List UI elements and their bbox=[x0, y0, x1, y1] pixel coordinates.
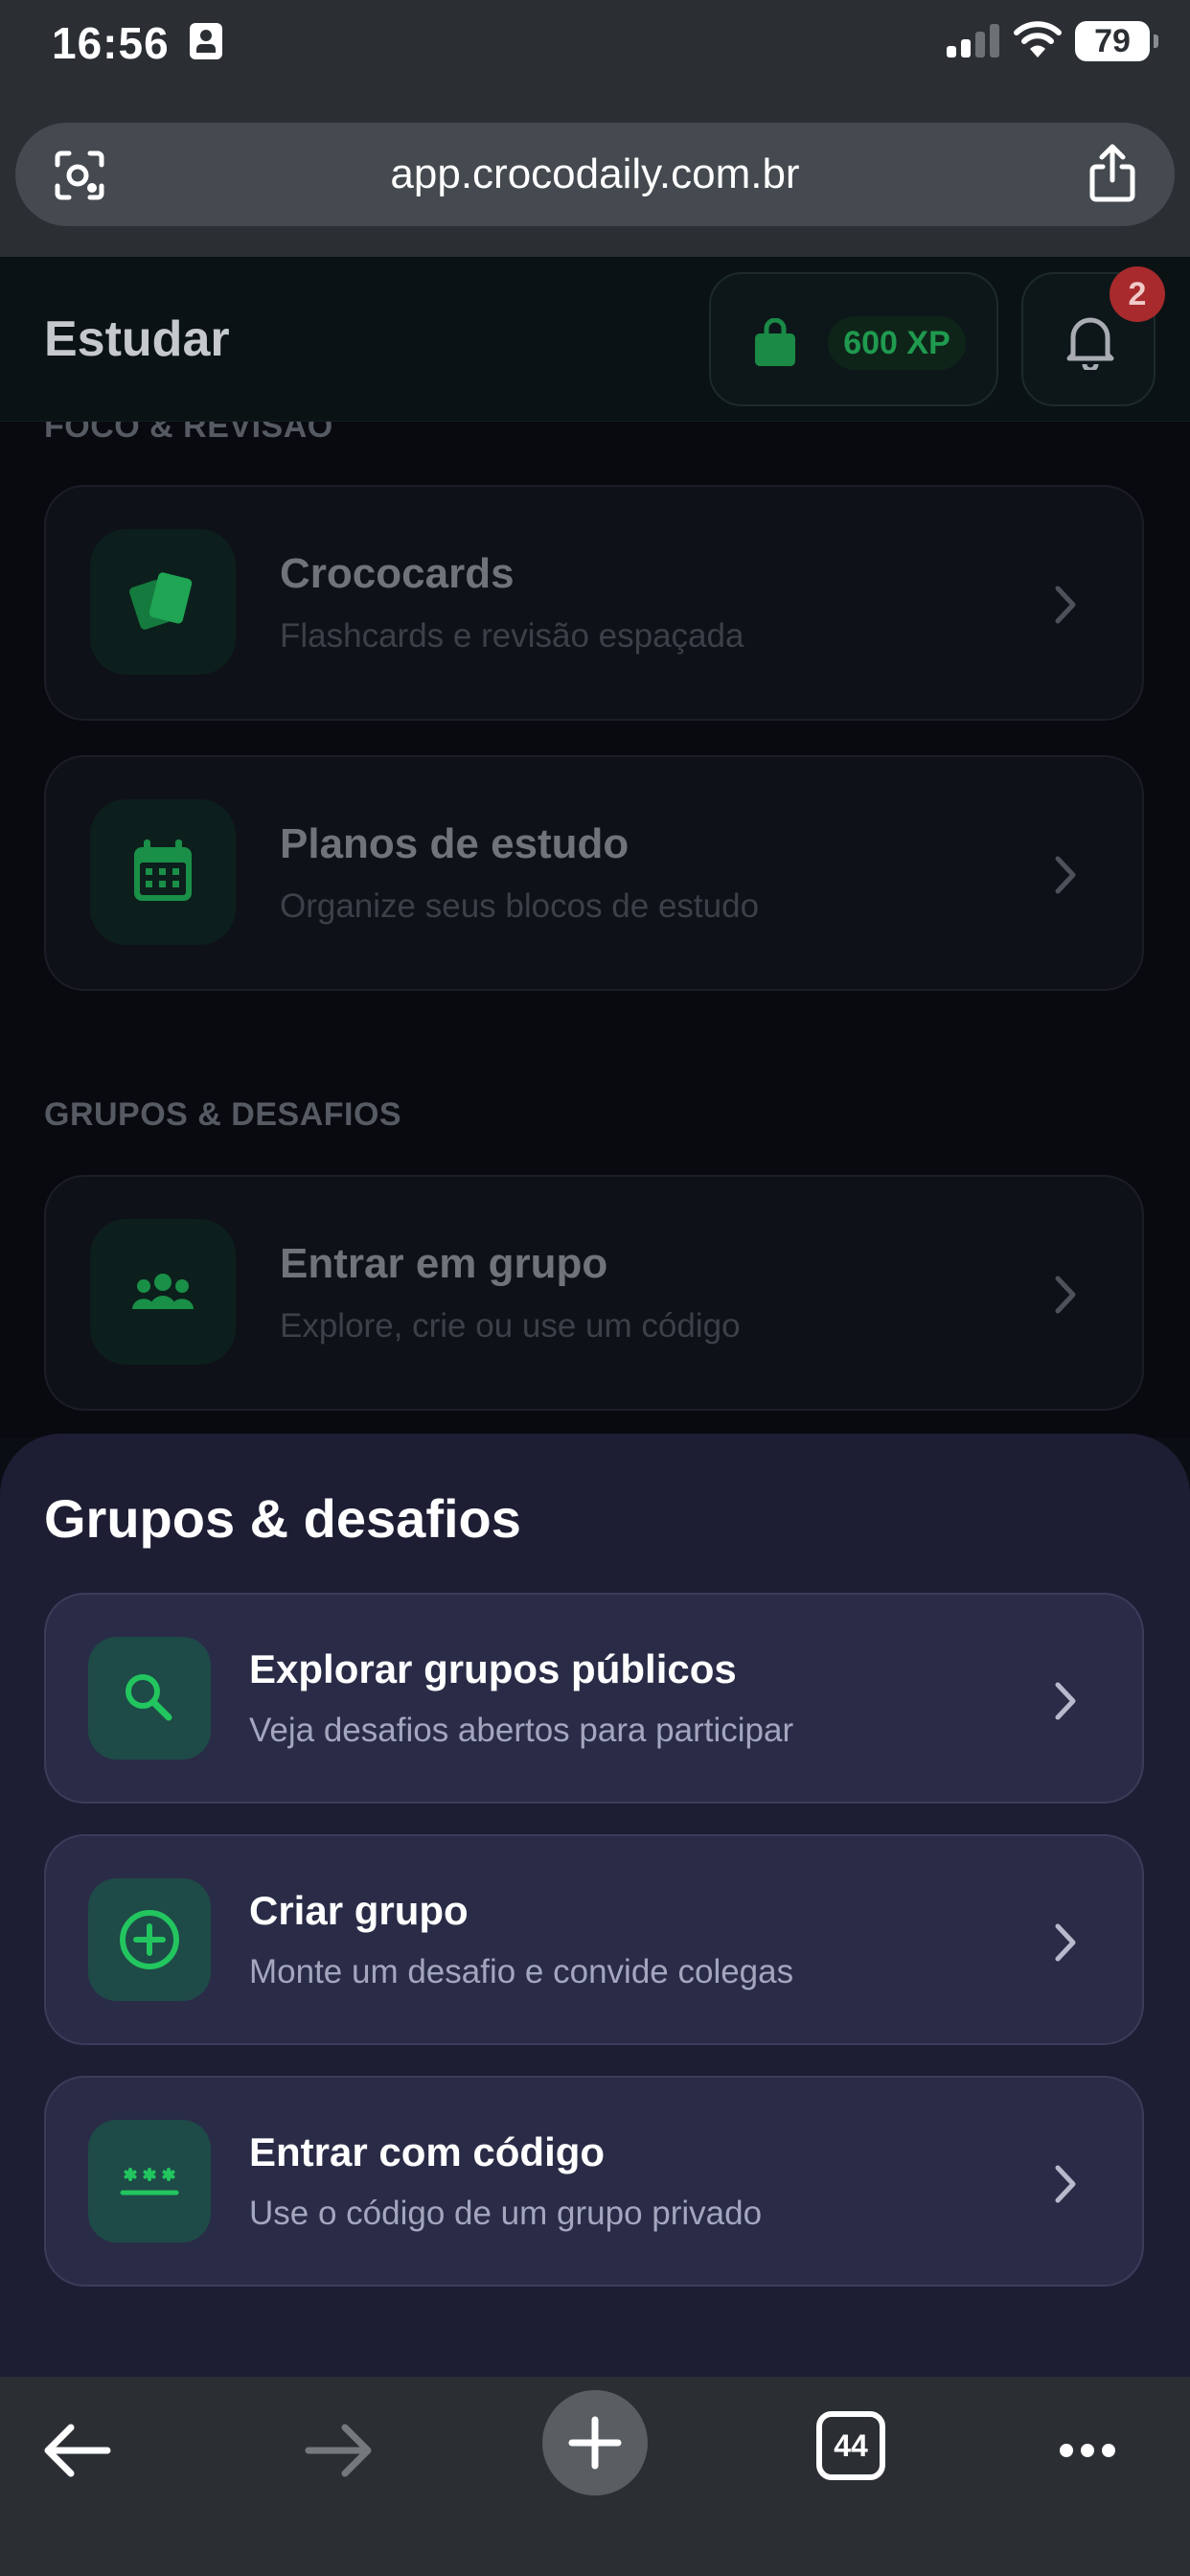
plus-circle-icon bbox=[120, 1910, 179, 1969]
tabs-count-button[interactable]: 44 bbox=[816, 2411, 885, 2480]
status-bar: 16:56 79 bbox=[0, 0, 1190, 80]
section-label-groups: GRUPOS & DESAFIOS bbox=[44, 1096, 402, 1133]
card-subtitle: Organize seus blocos de estudo bbox=[280, 887, 760, 925]
status-time: 16:56 bbox=[52, 18, 170, 68]
card-crococards[interactable]: Crococards Flashcards e revisão espaçada bbox=[44, 485, 1144, 721]
url-text[interactable]: app.crocodaily.com.br bbox=[15, 123, 1175, 226]
address-bar[interactable]: app.crocodaily.com.br bbox=[15, 123, 1175, 226]
icon-box bbox=[88, 2120, 211, 2242]
back-arrow-icon[interactable] bbox=[27, 2398, 132, 2503]
icon-box bbox=[90, 529, 236, 675]
option-subtitle: Veja desafios abertos para participar bbox=[249, 1712, 794, 1749]
icon-box bbox=[90, 799, 236, 945]
wifi-icon bbox=[1014, 21, 1062, 58]
code-icon bbox=[120, 2168, 179, 2196]
chevron-right-icon bbox=[1055, 1923, 1076, 1962]
card-title: Entrar em grupo bbox=[280, 1240, 608, 1287]
option-title: Criar grupo bbox=[249, 1888, 469, 1933]
option-join-with-code[interactable]: Entrar com código Use o código de um gru… bbox=[44, 2076, 1144, 2287]
chevron-right-icon bbox=[1055, 856, 1076, 894]
plus-icon bbox=[568, 2416, 622, 2470]
new-tab-button[interactable] bbox=[542, 2390, 648, 2496]
notification-badge: 2 bbox=[1110, 266, 1165, 322]
option-title: Explorar grupos públicos bbox=[249, 1646, 737, 1691]
chevron-right-icon bbox=[1055, 1276, 1076, 1314]
cards-icon bbox=[129, 572, 193, 630]
calendar-icon bbox=[134, 840, 192, 901]
card-subtitle: Flashcards e revisão espaçada bbox=[280, 617, 744, 655]
icon-box bbox=[90, 1219, 236, 1365]
chevron-right-icon bbox=[1055, 586, 1076, 624]
signal-icon bbox=[947, 23, 1000, 58]
option-subtitle: Use o código de um grupo privado bbox=[249, 2195, 763, 2232]
shop-xp-button[interactable]: 600 XP bbox=[709, 272, 998, 406]
option-title: Entrar com código bbox=[249, 2129, 606, 2174]
browser-address-area: app.crocodaily.com.br bbox=[0, 80, 1190, 257]
page-title: Estudar bbox=[44, 311, 230, 367]
more-options-icon[interactable] bbox=[1035, 2398, 1140, 2503]
id-card-icon bbox=[190, 23, 222, 59]
xp-counter: 600 XP bbox=[828, 316, 966, 370]
option-explore-public-groups[interactable]: Explorar grupos públicos Veja desafios a… bbox=[44, 1593, 1144, 1804]
card-title: Crococards bbox=[280, 550, 515, 597]
section-label-focus: FOCO & REVISÃO bbox=[44, 422, 333, 445]
people-icon bbox=[132, 1274, 194, 1309]
card-join-group[interactable]: Entrar em grupo Explore, crie ou use um … bbox=[44, 1175, 1144, 1411]
icon-box bbox=[88, 1637, 211, 1760]
shopping-bag-icon bbox=[755, 318, 795, 366]
forward-arrow-icon[interactable] bbox=[284, 2398, 389, 2503]
groups-bottom-sheet: Grupos & desafios Explorar grupos públic… bbox=[0, 1434, 1190, 2377]
share-icon[interactable] bbox=[1087, 144, 1138, 203]
sheet-title: Grupos & desafios bbox=[44, 1488, 521, 1549]
bell-icon bbox=[1066, 317, 1114, 370]
browser-toolbar: 44 bbox=[0, 2377, 1190, 2576]
chevron-right-icon bbox=[1055, 2165, 1076, 2203]
battery-indicator: 79 bbox=[1075, 21, 1158, 61]
option-create-group[interactable]: Criar grupo Monte um desafio e convide c… bbox=[44, 1834, 1144, 2045]
card-title: Planos de estudo bbox=[280, 820, 629, 867]
chevron-right-icon bbox=[1055, 1682, 1076, 1720]
card-subtitle: Explore, crie ou use um código bbox=[280, 1307, 741, 1345]
card-study-plans[interactable]: Planos de estudo Organize seus blocos de… bbox=[44, 755, 1144, 991]
app-header: Estudar 600 XP bbox=[0, 257, 1190, 422]
option-subtitle: Monte um desafio e convide colegas bbox=[249, 1953, 794, 1990]
study-content: FOCO & REVISÃO Crococards Flashcards e r… bbox=[0, 422, 1190, 1438]
icon-box bbox=[88, 1878, 211, 2001]
search-icon bbox=[126, 1674, 172, 1721]
